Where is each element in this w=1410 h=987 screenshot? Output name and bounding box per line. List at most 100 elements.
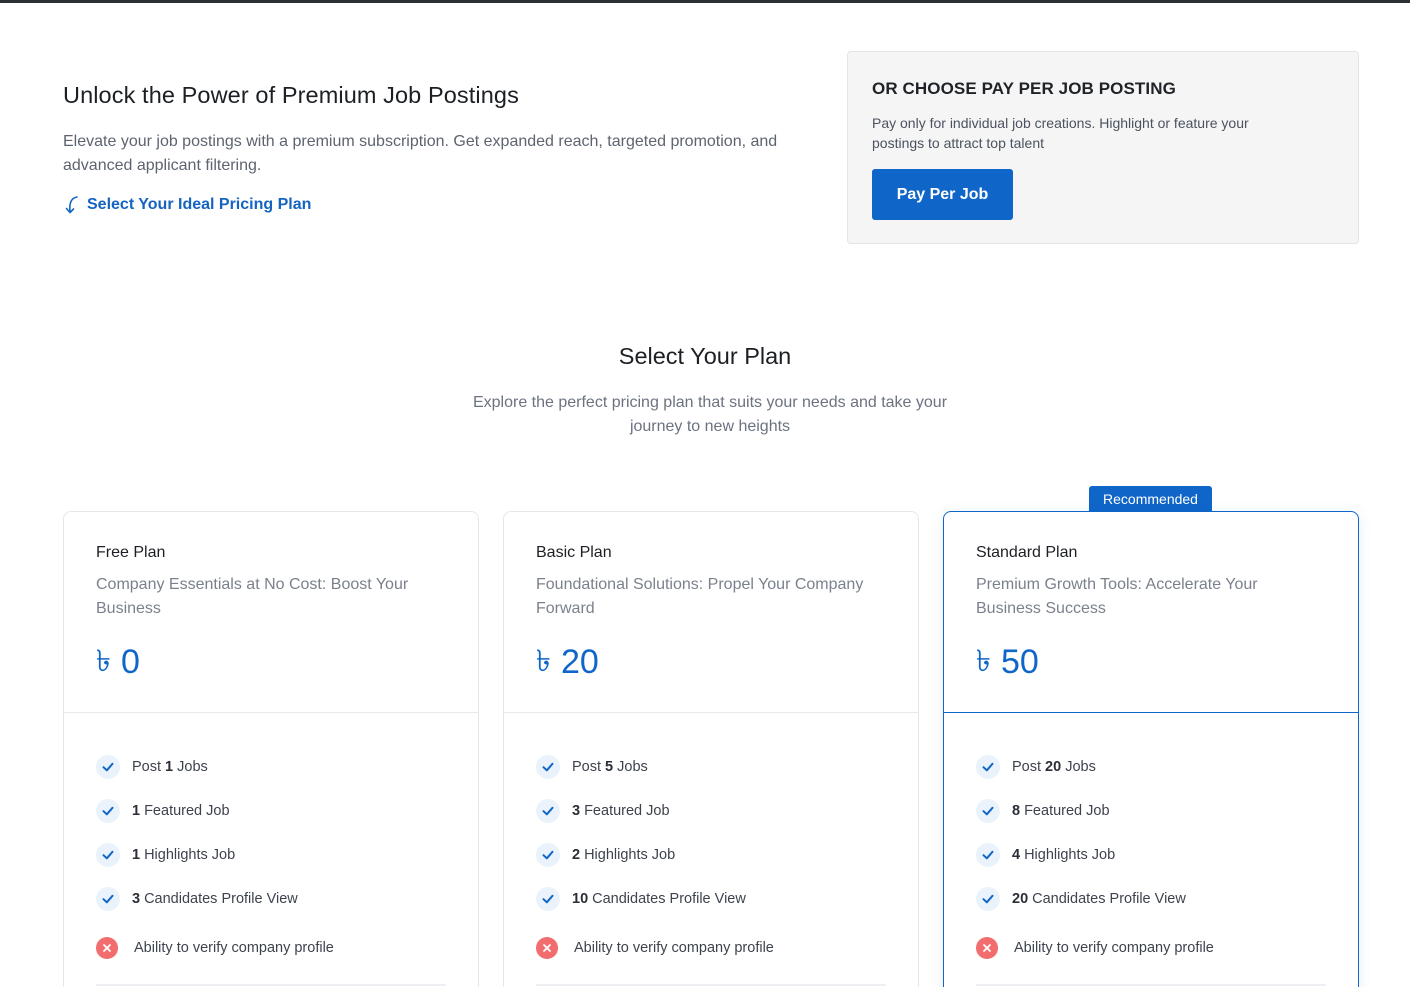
pay-per-job-title: OR CHOOSE PAY PER JOB POSTING <box>872 79 1176 98</box>
check-icon <box>976 799 1000 823</box>
currency-symbol: ৳ <box>96 645 111 678</box>
feature-count: 8 <box>1012 803 1021 819</box>
select-pricing-plan-link[interactable]: Select Your Ideal Pricing Plan <box>63 195 823 215</box>
plan-feature: 3 Candidates Profile View <box>96 877 446 921</box>
hero-section: Unlock the Power of Premium Job Postings… <box>63 82 823 215</box>
plan-price-value: 0 <box>120 643 140 681</box>
currency-symbol: ৳ <box>976 645 991 678</box>
feature-count: 3 <box>572 803 581 819</box>
plans-section-title: Select Your Plan <box>618 343 792 369</box>
feature-prefix: Post <box>1012 759 1042 775</box>
check-icon <box>536 887 560 911</box>
check-icon <box>96 843 120 867</box>
plan-name: Standard Plan <box>976 544 1078 561</box>
feature-label: Ability to verify company profile <box>574 940 774 956</box>
plan-feature: Post 20 Jobs <box>976 745 1326 789</box>
feature-label: Featured Job <box>1024 803 1110 819</box>
feature-label: Ability to verify company profile <box>134 940 334 956</box>
check-icon <box>536 755 560 779</box>
plan-header: Basic Plan Foundational Solutions: Propel… <box>504 512 918 713</box>
plan-header: Standard Plan Premium Growth Tools: Accel… <box>944 512 1358 713</box>
feature-count: 10 <box>572 891 589 907</box>
check-icon <box>96 755 120 779</box>
check-icon <box>976 887 1000 911</box>
feature-label: Featured Job <box>584 803 670 819</box>
plan-features: Post 5 Jobs 3 Featured Job 2 Highlights Job 10… <box>504 713 918 975</box>
currency-symbol: ৳ <box>536 645 551 678</box>
plans-section-subtitle: Explore the perfect pricing plan that su… <box>472 394 948 435</box>
feature-label: Candidates Profile View <box>144 891 298 907</box>
feature-count: 5 <box>605 759 614 775</box>
plan-feature: 1 Featured Job <box>96 789 446 833</box>
plan-header: Free Plan Company Essentials at No Cost: … <box>64 512 478 713</box>
plan-price: ৳ 0 <box>96 637 446 688</box>
feature-count: 1 <box>132 803 141 819</box>
plan-feature: 2 Highlights Job <box>536 833 886 877</box>
hero-title: Unlock the Power of Premium Job Postings <box>63 82 519 108</box>
plan-feature: Post 5 Jobs <box>536 745 886 789</box>
plan-features: Post 1 Jobs 1 Featured Job 1 Highlights Job 3 C… <box>64 713 478 975</box>
plan-card[interactable]: Free Plan Company Essentials at No Cost: … <box>63 511 479 987</box>
plan-price-value: 50 <box>1000 643 1039 681</box>
feature-label: Highlights Job <box>584 847 676 863</box>
curved-arrow-down-icon <box>65 196 78 214</box>
plan-feature: 8 Featured Job <box>976 789 1326 833</box>
plan-price: ৳ 20 <box>536 637 886 688</box>
pay-per-job-button[interactable]: Pay Per Job <box>872 169 1013 220</box>
check-icon <box>96 799 120 823</box>
check-icon <box>536 799 560 823</box>
plan-description: Company Essentials at No Cost: Boost You… <box>96 576 409 617</box>
divider <box>976 984 1326 986</box>
close-circle-icon <box>976 937 998 959</box>
pay-per-job-panel: OR CHOOSE PAY PER JOB POSTING Pay only f… <box>847 51 1359 244</box>
plan-name: Free Plan <box>96 544 166 561</box>
plan-card[interactable]: Basic Plan Foundational Solutions: Propel… <box>503 511 919 987</box>
feature-count: 3 <box>132 891 141 907</box>
plan-feature: Post 1 Jobs <box>96 745 446 789</box>
close-circle-icon <box>96 937 118 959</box>
feature-prefix: Post <box>572 759 602 775</box>
feature-label: Candidates Profile View <box>592 891 746 907</box>
feature-label: Jobs <box>617 759 648 775</box>
feature-count: 20 <box>1012 891 1029 907</box>
feature-count: 2 <box>572 847 581 863</box>
check-icon <box>536 843 560 867</box>
recommended-badge: Recommended <box>1089 486 1212 512</box>
feature-label: Ability to verify company profile <box>1014 940 1214 956</box>
plan-name: Basic Plan <box>536 544 612 561</box>
plan-features: Post 20 Jobs 8 Featured Job 4 Highlights Job 2… <box>944 713 1358 975</box>
feature-label: Highlights Job <box>144 847 236 863</box>
plan-feature: 4 Highlights Job <box>976 833 1326 877</box>
plan-feature: 20 Candidates Profile View <box>976 877 1326 921</box>
feature-count: 20 <box>1045 759 1062 775</box>
plan-feature: 3 Featured Job <box>536 789 886 833</box>
check-icon <box>976 843 1000 867</box>
plan-feature: 10 Candidates Profile View <box>536 877 886 921</box>
feature-label: Jobs <box>1065 759 1096 775</box>
select-pricing-plan-label: Select Your Ideal Pricing Plan <box>87 196 312 213</box>
feature-prefix: Post <box>132 759 162 775</box>
plan-description: Foundational Solutions: Propel Your Comp… <box>536 576 864 617</box>
plan-feature-unavailable: Ability to verify company profile <box>976 921 1326 975</box>
feature-count: 1 <box>132 847 141 863</box>
feature-label: Candidates Profile View <box>1032 891 1186 907</box>
divider <box>96 984 446 986</box>
check-icon <box>96 887 120 911</box>
plan-price-value: 20 <box>560 643 599 681</box>
hero-description: Elevate your job postings with a premium… <box>63 133 778 174</box>
divider <box>536 984 886 986</box>
plan-feature-unavailable: Ability to verify company profile <box>96 921 446 975</box>
feature-count: 1 <box>165 759 174 775</box>
check-icon <box>976 755 1000 779</box>
plan-feature-unavailable: Ability to verify company profile <box>536 921 886 975</box>
close-circle-icon <box>536 937 558 959</box>
pay-per-job-description: Pay only for individual job creations. H… <box>872 115 1249 151</box>
top-border <box>0 0 1410 3</box>
feature-label: Jobs <box>177 759 208 775</box>
plan-description: Premium Growth Tools: Accelerate Your Bu… <box>976 576 1258 617</box>
plan-feature: 1 Highlights Job <box>96 833 446 877</box>
feature-label: Highlights Job <box>1024 847 1116 863</box>
feature-label: Featured Job <box>144 803 230 819</box>
plan-card[interactable]: Standard Plan Premium Growth Tools: Accel… <box>943 511 1359 987</box>
plan-price: ৳ 50 <box>976 637 1326 688</box>
